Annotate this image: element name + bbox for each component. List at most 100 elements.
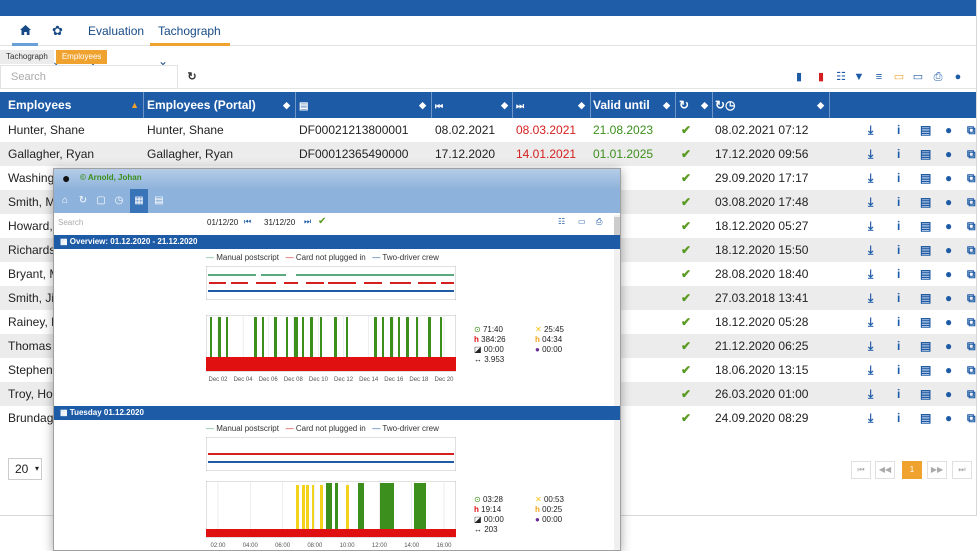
info-icon[interactable]: i xyxy=(897,166,900,190)
person-icon[interactable]: ● xyxy=(945,214,952,238)
person-icon[interactable]: ● xyxy=(945,358,952,382)
person-icon[interactable]: ● xyxy=(945,190,952,214)
download-icon[interactable]: ⤓ xyxy=(868,310,873,334)
person-icon[interactable]: ● xyxy=(945,238,952,262)
download-icon[interactable]: ⤓ xyxy=(868,118,873,142)
sort-asc-icon[interactable]: ▲ xyxy=(130,92,139,118)
prev-page-button[interactable]: ◀◀ xyxy=(875,461,895,479)
info-icon[interactable]: i xyxy=(897,142,900,166)
person-icon[interactable]: ● xyxy=(945,382,952,406)
database-icon[interactable]: ▤ xyxy=(920,142,931,166)
nav-tachograph[interactable]: Tachograph ⌄ xyxy=(158,16,228,68)
export-pdf-icon[interactable]: ▭ xyxy=(578,217,586,226)
info-icon[interactable]: i xyxy=(897,190,900,214)
database-icon[interactable]: ▤ xyxy=(920,238,931,262)
tachograph-icon[interactable]: ⧉ xyxy=(967,334,976,358)
person-icon[interactable]: ● xyxy=(945,310,952,334)
table-row[interactable]: Gallagher, Ryan Gallagher, Ryan DF00012365… xyxy=(0,142,976,166)
database-icon[interactable]: ▤ xyxy=(920,310,931,334)
database-icon[interactable]: ▤ xyxy=(920,262,931,286)
info-icon[interactable]: i xyxy=(897,406,900,430)
info-icon[interactable]: i xyxy=(897,238,900,262)
table-row[interactable]: Hunter, Shane Hunter, Shane DF000212138000… xyxy=(0,118,976,142)
calendar-icon[interactable]: ▤ xyxy=(150,189,168,213)
filter-settings-icon[interactable]: ☷ xyxy=(558,217,565,226)
popup-scrollbar[interactable] xyxy=(614,215,620,550)
person-icon[interactable]: ● xyxy=(945,166,952,190)
sort-icon[interactable]: ◆ xyxy=(419,92,426,118)
tachograph-icon[interactable]: ⧉ xyxy=(967,358,976,382)
refresh-icon[interactable]: ↻ xyxy=(186,71,198,83)
download-icon[interactable]: ↻ xyxy=(74,189,92,213)
tachograph-icon[interactable]: ⧉ xyxy=(967,286,976,310)
apply-check-icon[interactable]: ✔ xyxy=(318,216,326,227)
download-icon[interactable]: ⤓ xyxy=(868,334,873,358)
current-page[interactable]: 1 xyxy=(902,461,922,479)
nav-evaluation[interactable]: Evaluation ⌄ xyxy=(88,16,148,68)
download-icon[interactable]: ⤓ xyxy=(868,214,873,238)
database-icon[interactable]: ▤ xyxy=(920,382,931,406)
header-employees[interactable]: Employees ▲ xyxy=(8,92,142,118)
print-icon[interactable]: ⎙ xyxy=(932,71,944,83)
person-icon[interactable]: ● xyxy=(945,262,952,286)
header-portal[interactable]: Employees (Portal) ◆ xyxy=(147,92,293,118)
page-size-select[interactable]: 20 ▾ xyxy=(8,458,42,480)
nav-settings[interactable]: ✿ ⌄ xyxy=(52,16,74,68)
tachograph-icon[interactable]: ⧉ xyxy=(967,166,976,190)
document-icon[interactable]: ▢ xyxy=(92,189,110,213)
header-valid-until[interactable]: Valid until ◆ xyxy=(593,92,673,118)
database-icon[interactable]: ▤ xyxy=(920,334,931,358)
sort-icon[interactable]: ◆ xyxy=(663,92,670,118)
database-icon[interactable]: ▤ xyxy=(920,190,931,214)
export-pdf-icon[interactable]: ▭ xyxy=(912,71,924,83)
download-icon[interactable]: ⤓ xyxy=(868,406,873,430)
database-icon[interactable]: ▤ xyxy=(920,406,931,430)
person-icon[interactable]: ● xyxy=(945,334,952,358)
download-icon[interactable]: ⤓ xyxy=(868,190,873,214)
sort-icon[interactable]: ◆ xyxy=(578,92,585,118)
breadcrumb-root[interactable]: Tachograph xyxy=(0,50,54,64)
info-icon[interactable]: i xyxy=(897,214,900,238)
info-icon[interactable]: i xyxy=(897,382,900,406)
home-icon[interactable]: ⌂ xyxy=(56,189,74,213)
tachograph-icon[interactable]: ⧉ xyxy=(967,406,976,430)
header-download-status[interactable]: ↻ ◆ xyxy=(679,92,711,118)
person-icon[interactable]: ● xyxy=(945,286,952,310)
sort-icon[interactable]: ◆ xyxy=(501,92,508,118)
tachograph-icon[interactable]: ⧉ xyxy=(967,382,976,406)
tachograph-icon[interactable]: ⧉ xyxy=(967,262,976,286)
header-card[interactable]: ▤ ◆ xyxy=(299,92,429,118)
header-start[interactable]: ⏮ ◆ xyxy=(435,92,511,118)
export-xls-icon[interactable]: ▭ xyxy=(893,71,905,83)
help-icon[interactable]: ● xyxy=(952,71,964,83)
download-icon[interactable]: ⤓ xyxy=(868,358,873,382)
next-page-button[interactable]: ▶▶ xyxy=(927,461,947,479)
person-icon[interactable]: ● xyxy=(945,118,952,142)
header-last-download[interactable]: ↻◷ ◆ xyxy=(715,92,827,118)
tachograph-icon[interactable]: ⧉ xyxy=(967,214,976,238)
person-icon[interactable]: ● xyxy=(945,406,952,430)
calendar-from-icon[interactable]: ⏮ xyxy=(244,217,251,227)
list-icon[interactable]: ≡ xyxy=(873,71,885,83)
tachograph-icon[interactable]: ⧉ xyxy=(967,310,976,334)
header-end[interactable]: ⏭ ◆ xyxy=(516,92,588,118)
tachograph-icon[interactable]: ⧉ xyxy=(967,142,976,166)
info-icon[interactable]: i xyxy=(897,334,900,358)
date-from[interactable]: 01/12/20 xyxy=(207,218,238,227)
clock-icon[interactable]: ◷ xyxy=(110,189,128,213)
bookmark-red-icon[interactable]: ▮ xyxy=(815,71,827,83)
date-to[interactable]: 31/12/20 xyxy=(264,218,295,227)
tachograph-icon[interactable]: ⧉ xyxy=(967,118,976,142)
tachograph-icon[interactable]: ⧉ xyxy=(967,190,976,214)
person-icon[interactable]: ● xyxy=(945,142,952,166)
download-icon[interactable]: ⤓ xyxy=(868,382,873,406)
print-icon[interactable]: ⎙ xyxy=(596,217,602,227)
info-icon[interactable]: i xyxy=(897,358,900,382)
calendar-to-icon[interactable]: ⏭ xyxy=(304,217,311,227)
info-icon[interactable]: i xyxy=(897,286,900,310)
sort-icon[interactable]: ◆ xyxy=(817,92,824,118)
popup-search-input[interactable]: Search xyxy=(58,218,178,227)
filter-icon[interactable]: ▼ xyxy=(853,71,865,83)
download-icon[interactable]: ⤓ xyxy=(868,286,873,310)
filter-settings-icon[interactable]: ☷ xyxy=(835,71,847,83)
